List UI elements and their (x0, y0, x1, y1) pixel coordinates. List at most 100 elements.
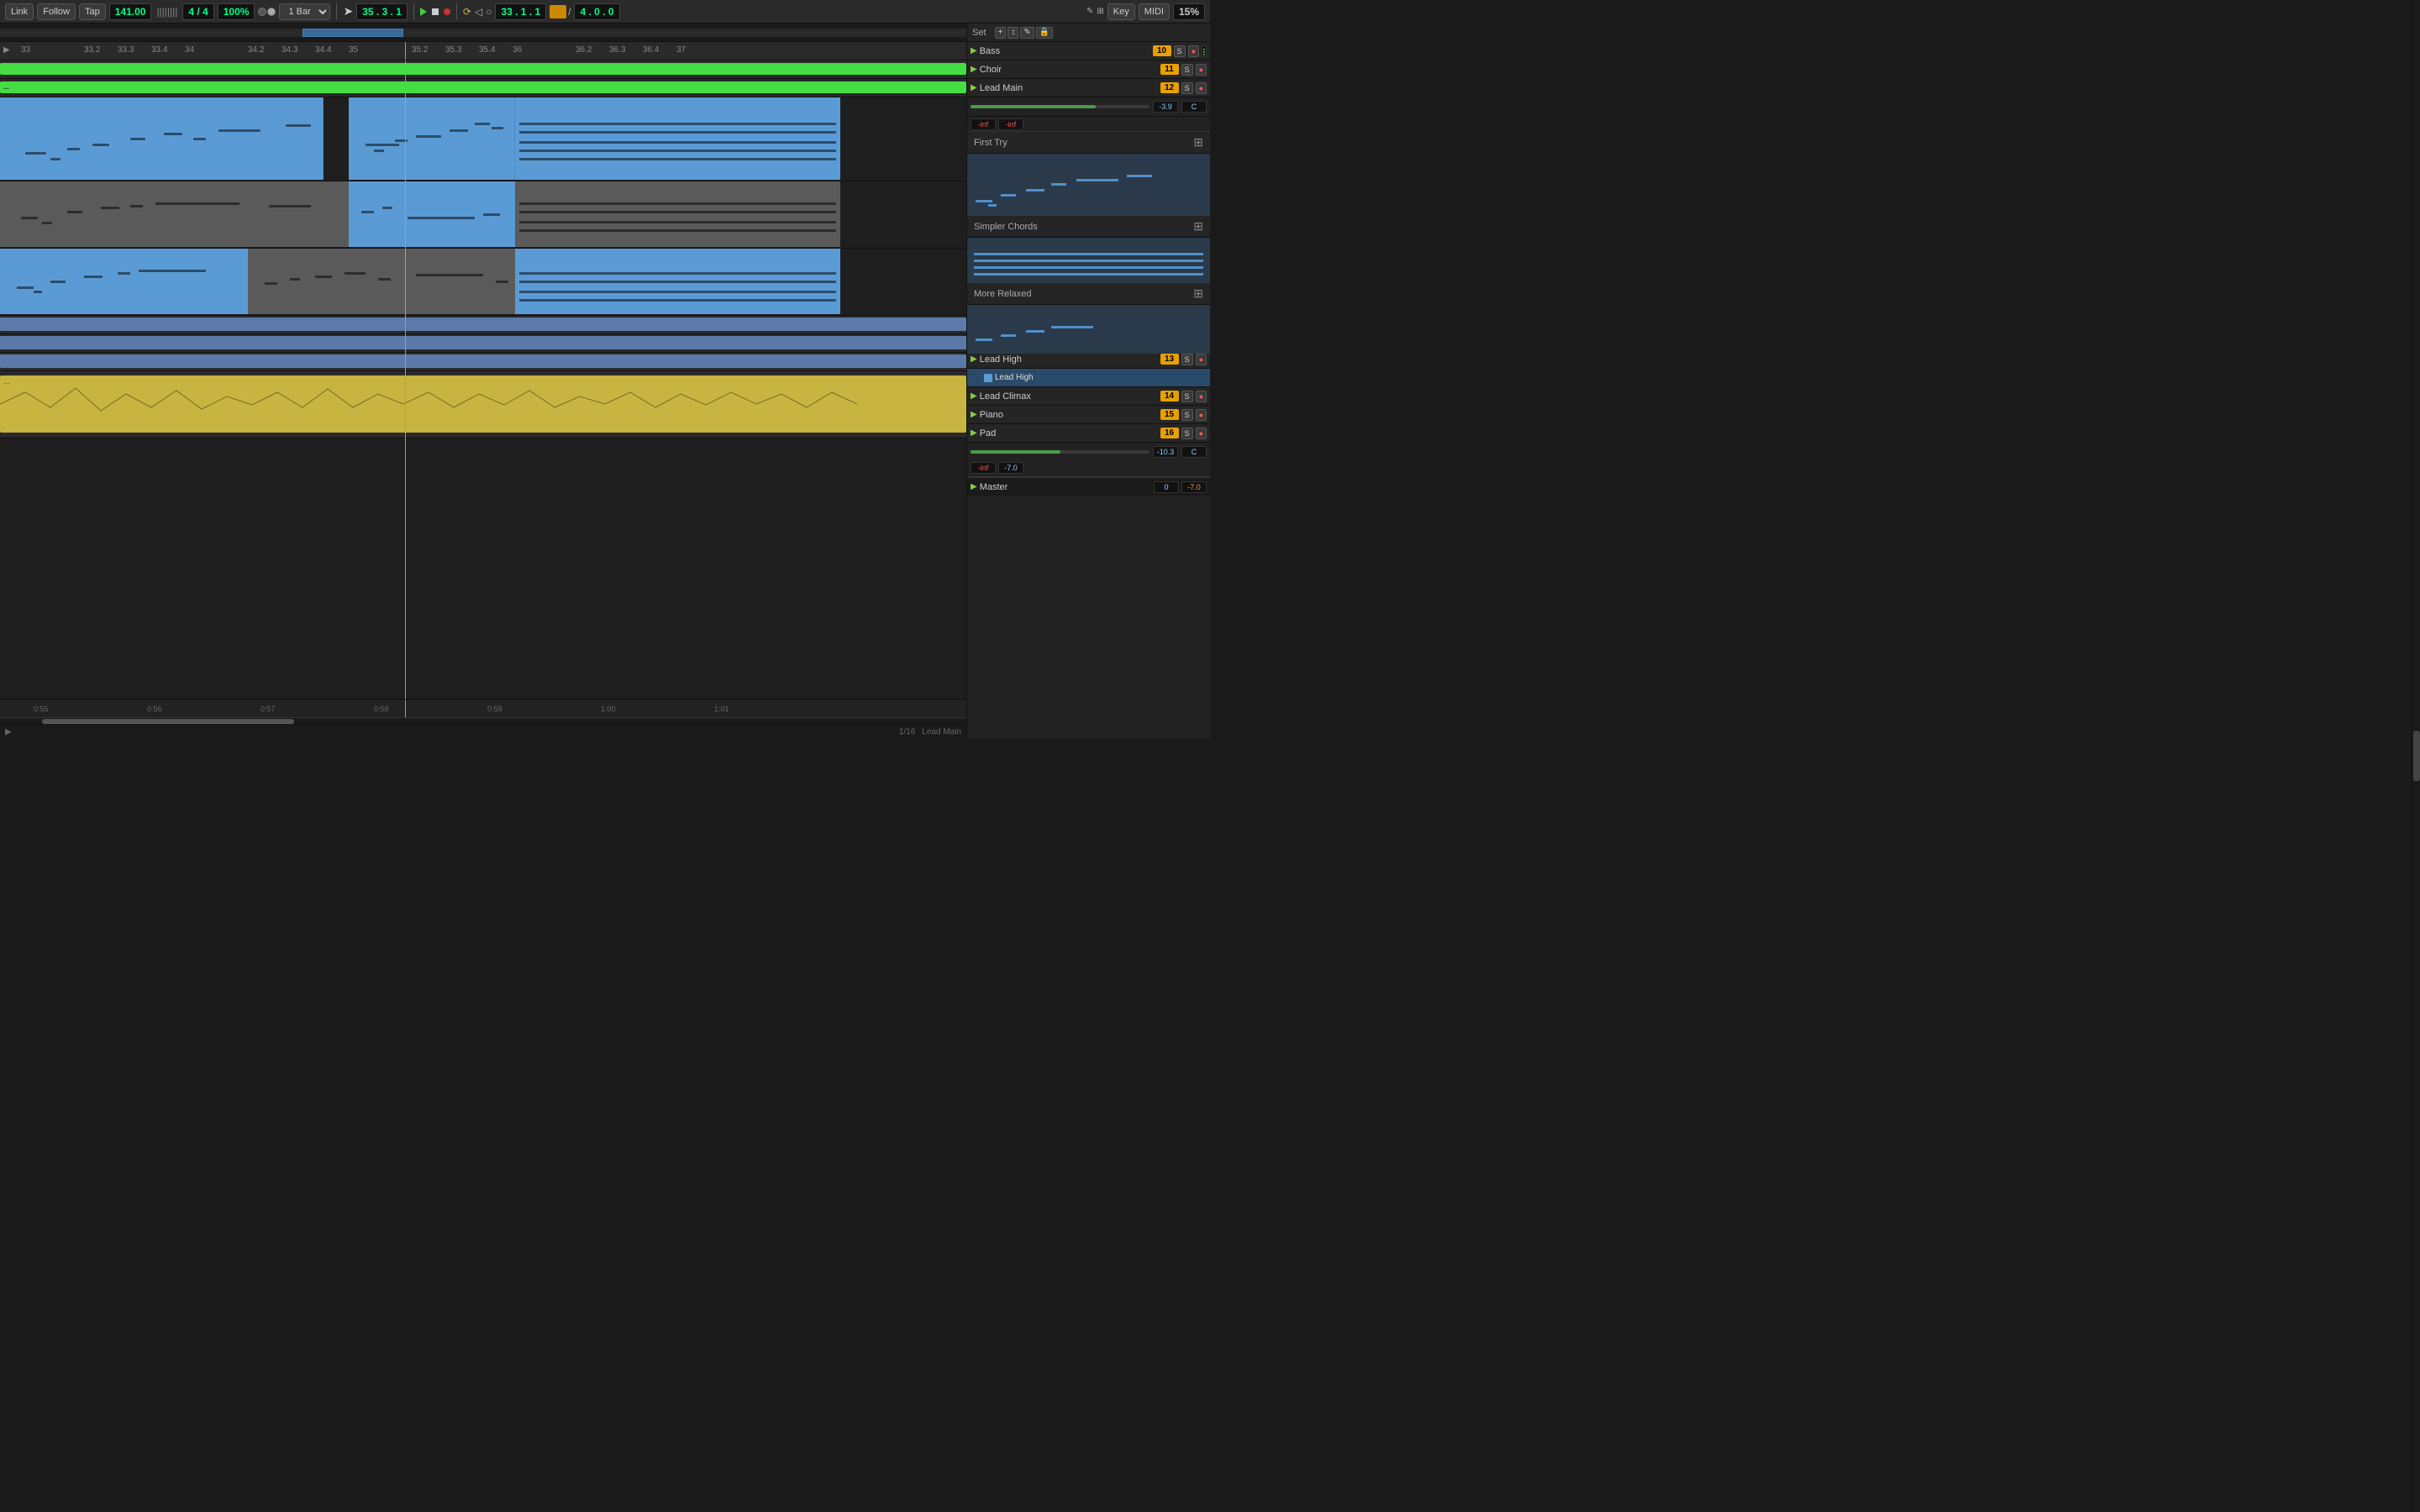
link-button[interactable]: Link (5, 3, 34, 20)
stop-icon[interactable] (432, 8, 439, 15)
simpler-chords-view[interactable] (967, 238, 1210, 286)
ruler-36.2: 36.2 (576, 45, 592, 55)
scrollbar-thumb[interactable] (42, 719, 294, 724)
quantize-select[interactable]: 1 Bar (279, 3, 330, 20)
more-relaxed-view[interactable] (967, 305, 1210, 354)
chord-line (519, 299, 836, 302)
lead-row3-clip1[interactable] (0, 249, 248, 314)
back-icon[interactable]: ◁ (475, 6, 482, 18)
note (34, 291, 42, 293)
first-try-clip-view[interactable] (967, 154, 1210, 219)
lead-main-play-icon[interactable]: ▶ (971, 83, 977, 92)
note-vis (1051, 183, 1066, 186)
piano-play-icon[interactable]: ▶ (971, 410, 977, 419)
choir-clip[interactable] (0, 81, 966, 93)
lead-climax-clip[interactable] (0, 336, 966, 349)
loop-len-display[interactable]: 4 . 0 . 0 (574, 3, 619, 20)
lead-high-rec-btn[interactable]: ● (1196, 354, 1207, 365)
bass-play-icon[interactable]: ▶ (971, 46, 977, 55)
position-display[interactable]: 35 . 3 . 1 (356, 3, 408, 20)
chord-line (519, 141, 836, 144)
lead-main-meter-r: -inf (998, 118, 1023, 130)
piano-solo-btn[interactable]: S (1181, 409, 1193, 421)
zoom-display[interactable]: 100% (218, 3, 255, 20)
tempo-display[interactable]: 141.00 (109, 3, 152, 20)
choir-solo-btn[interactable]: S (1181, 64, 1193, 76)
midi-button[interactable]: MIDI (1139, 3, 1170, 20)
record-icon[interactable] (444, 8, 450, 15)
add-scene-button[interactable]: ↕ (1007, 27, 1018, 39)
choir-play-icon[interactable]: ▶ (971, 65, 977, 74)
ruler-34.4: 34.4 (315, 45, 331, 55)
time-0:57: 0:57 (260, 705, 276, 713)
bass-solo-btn[interactable]: S (1174, 45, 1186, 57)
lead-row3-clip3[interactable] (515, 249, 840, 314)
add-track-button[interactable]: + (995, 27, 1007, 39)
time-0:59: 0:59 (487, 705, 502, 713)
lead-main-clip1[interactable] (0, 97, 324, 180)
pad-vol-display: -10.3 (1153, 446, 1178, 458)
piano-rec-btn[interactable]: ● (1196, 409, 1207, 421)
grid-icon[interactable]: ⊞ (1097, 7, 1103, 16)
pad-track-name: Pad (980, 428, 1158, 438)
lead-main-clip3[interactable] (515, 97, 840, 180)
horizontal-scrollbar[interactable] (0, 717, 966, 724)
loop2-icon[interactable]: ○ (486, 6, 492, 18)
note (395, 139, 408, 142)
lead-climax-rec-btn[interactable]: ● (1196, 391, 1207, 402)
lead-main-solo-btn[interactable]: S (1181, 82, 1193, 94)
lead-climax-play-icon[interactable]: ▶ (971, 391, 977, 401)
lead-gray-clip1[interactable] (0, 181, 349, 247)
ruler-37: 37 (676, 45, 686, 55)
key-button[interactable]: Key (1107, 3, 1135, 20)
piano-clip[interactable] (0, 354, 966, 368)
lead-main-rec-btn[interactable]: ● (1196, 82, 1207, 94)
lead-main-row3 (0, 249, 966, 316)
lead-high-clip[interactable] (0, 318, 966, 331)
lead-main-fader[interactable] (971, 105, 1150, 108)
note (25, 152, 46, 155)
lead-gray-clip3[interactable] (515, 181, 840, 247)
follow-button[interactable]: Follow (37, 3, 76, 20)
lead-row3-clip2[interactable] (248, 249, 515, 314)
note (416, 135, 441, 138)
choir-track-name: Choir (980, 65, 1158, 75)
more-relaxed-icon: ⊞ (1193, 286, 1203, 301)
pad-solo-btn[interactable]: S (1181, 428, 1193, 439)
transport-icon: ▶ (5, 727, 12, 737)
current-track-name: Lead Main (922, 727, 961, 737)
choir-rec-btn[interactable]: ● (1196, 64, 1207, 76)
lead-main-vol-section: -3.9 C (967, 97, 1210, 117)
lead-high-track-name: Lead High (980, 354, 1158, 365)
lead-high-solo-btn[interactable]: S (1181, 354, 1193, 365)
note (67, 148, 80, 150)
pad-clip[interactable]: ... (0, 375, 966, 433)
pad-play-icon[interactable]: ▶ (971, 428, 977, 438)
ruler-33.2: 33.2 (84, 45, 100, 55)
loop-icon[interactable]: ⟳ (463, 6, 471, 18)
pad-rec-btn[interactable]: ● (1196, 428, 1207, 439)
master-play-icon[interactable]: ▶ (971, 482, 977, 491)
settings-button[interactable]: ✎ (1020, 27, 1034, 39)
lead-blue-clip2[interactable] (349, 181, 515, 247)
position2-display[interactable]: 33 . 1 . 1 (495, 3, 546, 20)
ruler-34.3: 34.3 (281, 45, 297, 55)
view-range-indicator[interactable] (302, 29, 403, 37)
lock-button[interactable]: 🔒 (1036, 27, 1053, 39)
bass-clip[interactable] (0, 63, 966, 75)
chord-line (519, 158, 836, 160)
tap-button[interactable]: Tap (79, 3, 106, 20)
bass-rec-btn[interactable]: ● (1188, 45, 1199, 57)
pad-fader[interactable] (971, 450, 1150, 454)
tracks-area: ... (0, 60, 966, 699)
time-sig-display[interactable]: 4 / 4 (182, 3, 213, 20)
note (492, 127, 503, 129)
lead-high-clip-row[interactable]: Lead High (967, 369, 1210, 387)
pencil-icon[interactable]: / (568, 6, 571, 18)
lead-climax-solo-btn[interactable]: S (1181, 391, 1193, 402)
pencil2-icon[interactable]: ✎ (1086, 7, 1093, 16)
lead-high-play-icon[interactable]: ▶ (971, 354, 977, 364)
lead-main-vol-display: -3.9 (1153, 101, 1178, 113)
play-icon[interactable] (420, 8, 427, 16)
lead-main-clip2[interactable] (349, 97, 515, 180)
